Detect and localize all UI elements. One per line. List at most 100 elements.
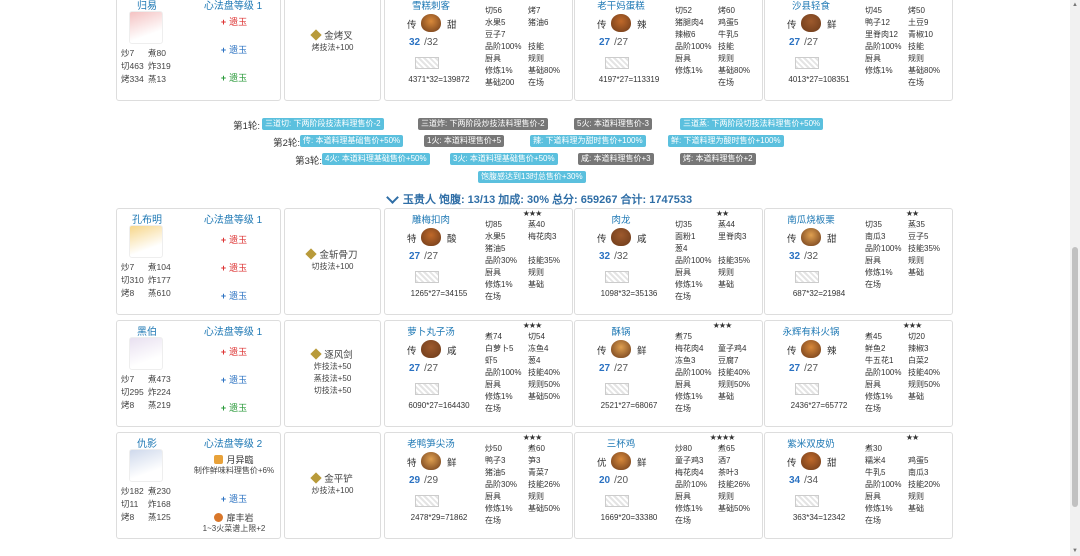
dish-quantity[interactable]: 32/32: [599, 251, 628, 262]
detail-cell: 青椒10: [908, 30, 933, 39]
dish-quantity[interactable]: 27/27: [599, 363, 628, 374]
chef-avatar-icon: [129, 337, 163, 370]
detail-line: 品阶100% 技能20%: [865, 479, 951, 491]
detail-cell: 修炼1%: [675, 66, 703, 75]
dish-card[interactable]: 南瓜烧板栗 ★★ 传甜 32/32 687*32=21984 切35 蒸35 南瓜3 豆子5 品阶…: [764, 208, 953, 315]
yu-slot[interactable]: + 遗玉: [199, 43, 269, 56]
tool-card[interactable]: 逐风剑 炸技法+50 蒸技法+50 切技法+50: [284, 320, 381, 427]
dish-quantity[interactable]: 27/27: [789, 363, 818, 374]
cooker-placeholder-icon: [605, 271, 629, 283]
round-line: 第3轮: 4火: 本道料理基础售价+50% 3火: 本道料理基础售价+50% 咸: 本…: [0, 153, 1080, 167]
tool-card[interactable]: 金平铲 炒技法+100: [284, 432, 381, 539]
dish-quantity[interactable]: 32/32: [409, 37, 438, 48]
yu-slot[interactable]: + 遗玉: [199, 345, 269, 358]
chef-stat: 炸319: [148, 61, 171, 71]
chef-stat: 蒸610: [148, 288, 171, 298]
dish-card[interactable]: 永辉有料火锅 ★★★ 传辣 27/27 2436*27=65772 煮45 切20 鲜鱼2 辣椒…: [764, 320, 953, 427]
detail-cell: 鸭子12: [865, 18, 890, 27]
detail-line: 在场: [485, 515, 571, 527]
dish-card[interactable]: 老鸭笋尖汤 ★★★ 特鲜 29/29 2478*29=71862 炒50 煮60 鸭子3 笋3 猪…: [384, 432, 573, 539]
yu-slot[interactable]: + 遗玉: [199, 492, 269, 505]
scroll-down-icon[interactable]: ▼: [1072, 548, 1078, 554]
chef-stat: 炒7: [121, 262, 135, 272]
chef-avatar-icon: [129, 11, 163, 44]
detail-cell: 水果5: [485, 232, 506, 241]
detail-cell: 基础80%: [528, 66, 561, 75]
detail-cell: [528, 291, 571, 303]
yu-plus-icon: +: [220, 73, 227, 83]
yu-slot[interactable]: + 遗玉: [199, 261, 269, 274]
tool-card[interactable]: 金烤叉 烤技法+100: [284, 0, 381, 101]
chef-stat: 煮230: [148, 486, 171, 496]
chef-card[interactable]: 孔布明 炒7 煮104 切310 炸177 烤8 蒸610 心法盘等级 1 + 遗玉 + 遗玉 + 遗玉: [116, 208, 281, 315]
dish-bowl-icon: [611, 340, 631, 358]
dish-card[interactable]: 萝卜丸子汤 ★★★ 传咸 27/27 6090*27=164430 煮74 切54 白萝卜5 冻…: [384, 320, 573, 427]
detail-line: 猪腿肉4 鸡蛋5: [675, 17, 761, 29]
detail-cell: 技能: [528, 42, 544, 51]
yu-label: 遗玉: [229, 235, 248, 245]
chef-stat: 烤334: [121, 74, 144, 84]
detail-line: 修炼1% 基础: [865, 391, 951, 403]
dish-rarity: ★★★: [902, 321, 923, 330]
dish-max: /27: [804, 37, 819, 48]
dish-quantity[interactable]: 27/27: [409, 251, 438, 262]
dish-quantity[interactable]: 34/34: [789, 475, 818, 486]
detail-cell: 鸭子3: [485, 456, 506, 465]
detail-cell: 切56: [485, 6, 502, 15]
tool-card[interactable]: 金斩骨刀 切技法+100: [284, 208, 381, 315]
detail-cell: 品阶100%: [865, 480, 902, 489]
dish-card[interactable]: 三杯鸡 ★★★★ 优鲜 20/20 1669*20=33380 炒80 煮65 童子鸡3 酒7 梅…: [574, 432, 763, 539]
dish-card[interactable]: 雕梅扣肉 ★★★ 特酸 27/27 1265*27=34155 切85 蒸40 水果5 梅花肉3…: [384, 208, 573, 315]
dish-formula: 687*32=21984: [792, 289, 846, 298]
detail-cell: 鲜鱼2: [865, 344, 886, 353]
detail-cell: 蒸35: [908, 220, 925, 229]
dish-name: 沙县轻食: [791, 1, 830, 12]
dish-max: /32: [424, 37, 439, 48]
scroll-up-icon[interactable]: ▲: [1072, 2, 1078, 8]
chef-card[interactable]: 仇影 炒182 煮230 切11 炸168 烤8 蒸125 心法盘等级 2 月异臨 制作鲜味料理售…: [116, 432, 281, 539]
detail-line: 在场: [485, 403, 571, 415]
detail-cell: 品阶100%: [485, 42, 522, 51]
yu-slot[interactable]: + 遗玉: [199, 71, 269, 84]
extra-skill-2[interactable]: 扉丰岩: [199, 511, 269, 524]
dish-quantity[interactable]: 27/27: [599, 37, 628, 48]
dish-card[interactable]: 肉龙 ★★ 传咸 32/32 1098*32=35136 切35 蒸44 面粉1 里脊肉3 葱4 品…: [574, 208, 763, 315]
detail-cell: 蒸40: [528, 220, 545, 229]
chef-name: 仇影: [137, 439, 157, 450]
detail-cell: 切35: [675, 220, 692, 229]
yu-slot[interactable]: + 遗玉: [199, 373, 269, 386]
dish-details: 煮30 糯米4 鸡蛋5 牛乳5 南瓜3 品阶100% 技能20% 厨具 规则 修炼1% 基础 在场: [865, 443, 951, 527]
detail-cell: [908, 515, 951, 527]
yu-slot[interactable]: + 遗玉: [199, 15, 269, 28]
dish-quantity[interactable]: 32/32: [789, 251, 818, 262]
yu-slot[interactable]: + 遗玉: [199, 401, 269, 414]
dish-quantity[interactable]: 29/29: [409, 475, 438, 486]
dish-quantity[interactable]: 27/27: [409, 363, 438, 374]
summary-text: 玉贵人 饱腹: 13/13 加成: 30% 总分: 659267 合计: 174…: [402, 194, 693, 206]
dish-quantity[interactable]: 20/20: [599, 475, 628, 486]
scrollbar[interactable]: ▲ ▼: [1070, 0, 1080, 556]
extra-skill-1[interactable]: 月异臨: [199, 453, 269, 466]
detail-cell: 烤50: [908, 6, 925, 15]
chef-card[interactable]: 归易 炒7 煮80 切463 炸319 烤334 蒸13 心法盘等级 1 + 遗玉 + 遗玉 + 遗玉: [116, 0, 281, 101]
dish-card[interactable]: 紫米双皮奶 ★★ 传甜 34/34 363*34=12342 煮30 糯米4 鸡蛋5 牛乳5 南瓜…: [764, 432, 953, 539]
detail-cell: 酒7: [718, 456, 731, 465]
dish-formula: 2436*27=65772: [790, 401, 848, 410]
dish-quantity[interactable]: 27/27: [789, 37, 818, 48]
detail-line: 糯米4 鸡蛋5: [865, 455, 951, 467]
chef-card[interactable]: 黑伯 炒7 煮473 切295 炸224 烤8 蒸219 心法盘等级 1 + 遗玉 + 遗玉 + 遗玉: [116, 320, 281, 427]
dish-card[interactable]: 老干妈蛋糕传辣 27/27 4197*27=113319 切52 烤60 猪腿肉4 鸡蛋5 辣…: [574, 0, 763, 101]
yu-slot[interactable]: + 遗玉: [199, 289, 269, 302]
dish-card[interactable]: 沙县轻食传鲜 27/27 4013*27=108351 切45 烤50 鸭子12 土豆9 里脊…: [764, 0, 953, 101]
dish-card[interactable]: 雪糕刺客传甜 32/32 4371*32=139872 切56 烤7 水果5 猪油6 豆子7 品…: [384, 0, 573, 101]
chef-level: 心法盘等级 1: [203, 327, 263, 338]
yu-slot[interactable]: + 遗玉: [199, 233, 269, 246]
detail-cell: 规则50%: [528, 380, 561, 389]
skill-name: 扉丰岩: [226, 513, 254, 523]
scrollbar-thumb[interactable]: [1072, 247, 1078, 507]
detail-cell: [718, 403, 761, 415]
dish-mode-row: 传咸: [403, 340, 469, 358]
dish-card[interactable]: 酥锅 ★★★ 传鲜 27/27 2521*27=68067 煮75 梅花肉4 童子鸡4 冻鱼3 豆…: [574, 320, 763, 427]
detail-cell: 厨具: [865, 256, 881, 265]
detail-line: 南瓜3 豆子5: [865, 231, 951, 243]
